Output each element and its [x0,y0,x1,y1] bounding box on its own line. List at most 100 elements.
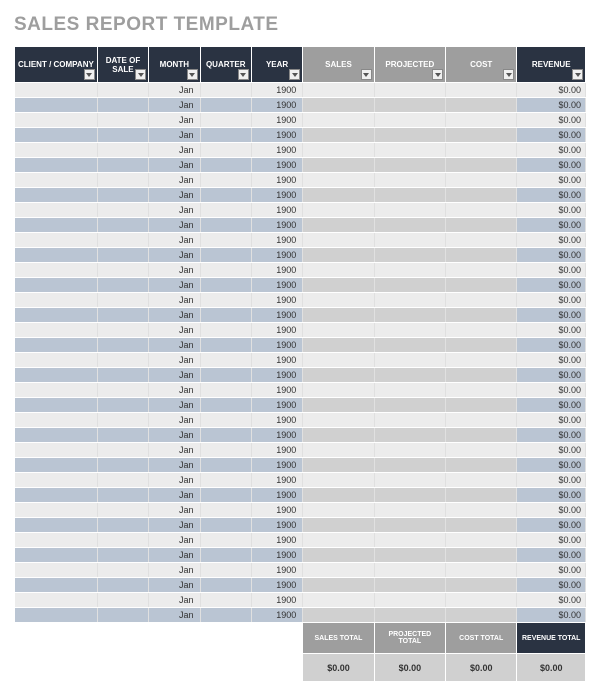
cell-month[interactable]: Jan [149,608,200,623]
filter-icon[interactable] [361,69,372,80]
cell-projected[interactable] [374,398,445,413]
filter-icon[interactable] [135,69,146,80]
cell-sales[interactable] [303,173,374,188]
cell-date[interactable] [97,293,148,308]
cell-sales[interactable] [303,218,374,233]
cell-date[interactable] [97,398,148,413]
header-revenue[interactable]: REVENUE [517,47,586,83]
cell-quarter[interactable] [200,473,251,488]
cell-projected[interactable] [374,308,445,323]
cell-cost[interactable] [446,308,517,323]
filter-icon[interactable] [238,69,249,80]
cell-revenue[interactable]: $0.00 [517,353,586,368]
cell-cost[interactable] [446,113,517,128]
cell-client[interactable] [15,218,98,233]
cell-revenue[interactable]: $0.00 [517,188,586,203]
cell-date[interactable] [97,458,148,473]
filter-icon[interactable] [432,69,443,80]
cell-year[interactable]: 1900 [251,473,302,488]
cell-cost[interactable] [446,413,517,428]
cell-client[interactable] [15,413,98,428]
cell-quarter[interactable] [200,113,251,128]
cell-date[interactable] [97,83,148,98]
table-row[interactable]: Jan1900$0.00 [15,488,586,503]
cell-sales[interactable] [303,503,374,518]
cell-sales[interactable] [303,323,374,338]
table-row[interactable]: Jan1900$0.00 [15,143,586,158]
cell-projected[interactable] [374,503,445,518]
cell-client[interactable] [15,248,98,263]
cell-year[interactable]: 1900 [251,413,302,428]
cell-revenue[interactable]: $0.00 [517,443,586,458]
cell-sales[interactable] [303,443,374,458]
cell-date[interactable] [97,203,148,218]
cell-quarter[interactable] [200,533,251,548]
cell-month[interactable]: Jan [149,518,200,533]
cell-month[interactable]: Jan [149,578,200,593]
table-row[interactable]: Jan1900$0.00 [15,248,586,263]
cell-sales[interactable] [303,98,374,113]
cell-year[interactable]: 1900 [251,128,302,143]
cell-sales[interactable] [303,413,374,428]
table-row[interactable]: Jan1900$0.00 [15,308,586,323]
cell-revenue[interactable]: $0.00 [517,368,586,383]
cell-revenue[interactable]: $0.00 [517,398,586,413]
cell-month[interactable]: Jan [149,548,200,563]
cell-date[interactable] [97,308,148,323]
cell-cost[interactable] [446,368,517,383]
cell-month[interactable]: Jan [149,353,200,368]
cell-projected[interactable] [374,548,445,563]
cell-projected[interactable] [374,518,445,533]
header-quarter[interactable]: QUARTER [200,47,251,83]
cell-sales[interactable] [303,428,374,443]
cell-client[interactable] [15,563,98,578]
cell-year[interactable]: 1900 [251,518,302,533]
cell-client[interactable] [15,278,98,293]
cell-month[interactable]: Jan [149,248,200,263]
cell-sales[interactable] [303,293,374,308]
cell-date[interactable] [97,188,148,203]
cell-year[interactable]: 1900 [251,188,302,203]
cell-projected[interactable] [374,608,445,623]
cell-month[interactable]: Jan [149,308,200,323]
header-sales[interactable]: SALES [303,47,374,83]
cell-year[interactable]: 1900 [251,248,302,263]
cell-date[interactable] [97,263,148,278]
cell-month[interactable]: Jan [149,263,200,278]
cell-client[interactable] [15,488,98,503]
cell-client[interactable] [15,578,98,593]
cell-year[interactable]: 1900 [251,533,302,548]
cell-projected[interactable] [374,578,445,593]
cell-projected[interactable] [374,563,445,578]
filter-icon[interactable] [84,69,95,80]
cell-client[interactable] [15,173,98,188]
cell-cost[interactable] [446,518,517,533]
cell-year[interactable]: 1900 [251,503,302,518]
cell-quarter[interactable] [200,158,251,173]
table-row[interactable]: Jan1900$0.00 [15,368,586,383]
table-row[interactable]: Jan1900$0.00 [15,443,586,458]
cell-client[interactable] [15,608,98,623]
cell-year[interactable]: 1900 [251,293,302,308]
table-row[interactable]: Jan1900$0.00 [15,458,586,473]
cell-year[interactable]: 1900 [251,383,302,398]
cell-year[interactable]: 1900 [251,368,302,383]
cell-projected[interactable] [374,113,445,128]
cell-projected[interactable] [374,203,445,218]
cell-year[interactable]: 1900 [251,458,302,473]
cell-client[interactable] [15,473,98,488]
header-cost[interactable]: COST [446,47,517,83]
cell-projected[interactable] [374,323,445,338]
cell-revenue[interactable]: $0.00 [517,203,586,218]
cell-client[interactable] [15,113,98,128]
cell-revenue[interactable]: $0.00 [517,233,586,248]
cell-projected[interactable] [374,593,445,608]
cell-cost[interactable] [446,608,517,623]
cell-revenue[interactable]: $0.00 [517,488,586,503]
cell-month[interactable]: Jan [149,278,200,293]
cell-projected[interactable] [374,338,445,353]
cell-sales[interactable] [303,143,374,158]
cell-sales[interactable] [303,353,374,368]
cell-quarter[interactable] [200,203,251,218]
table-row[interactable]: Jan1900$0.00 [15,128,586,143]
